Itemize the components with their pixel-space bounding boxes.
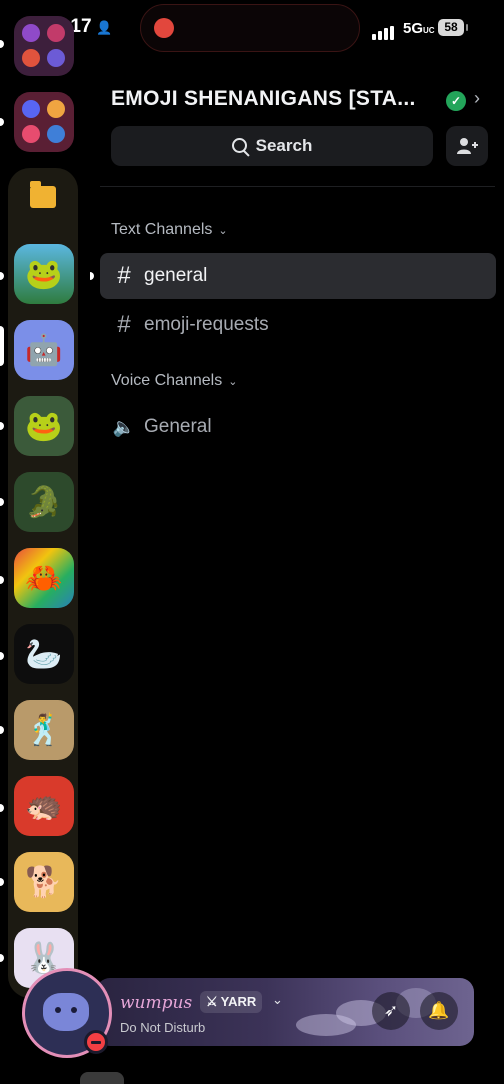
- dynamic-island: [140, 4, 360, 52]
- voice-channel-general[interactable]: 🔈 General: [100, 404, 496, 450]
- sword-icon: ⚔: [206, 994, 218, 1009]
- hash-icon: #: [117, 311, 131, 338]
- folder-icon[interactable]: [30, 181, 56, 208]
- server-icon-room[interactable]: 🕺: [14, 700, 74, 760]
- battery-indicator: 58: [438, 19, 468, 36]
- server-icon-kermit[interactable]: 🐸: [14, 244, 74, 304]
- server-icon-frog[interactable]: 🐊: [14, 472, 74, 532]
- invite-button[interactable]: [446, 126, 488, 166]
- channel-label: General: [144, 416, 212, 437]
- category-text-channels[interactable]: Text Channels ⌄: [111, 221, 228, 239]
- quest-button[interactable]: ➶: [372, 992, 410, 1030]
- server-name[interactable]: EMOJI SHENANIGANS [STA...: [111, 87, 416, 111]
- category-voice-channels[interactable]: Voice Channels ⌄: [111, 372, 237, 390]
- quest-icon: ➶: [383, 1001, 399, 1020]
- server-icon-goose[interactable]: 🦢: [14, 624, 74, 684]
- recording-dot: [154, 18, 174, 38]
- header-divider: [100, 186, 495, 187]
- channel-label: emoji-requests: [144, 314, 269, 335]
- hash-icon: #: [117, 262, 131, 289]
- channel-label: general: [144, 265, 208, 286]
- search-button[interactable]: Search: [111, 126, 433, 166]
- dnd-status-icon: [84, 1030, 108, 1054]
- username: wumpus: [120, 993, 193, 1013]
- server-icon-folder-2[interactable]: [14, 92, 74, 152]
- verified-icon: ✓: [446, 91, 466, 111]
- chevron-down-icon[interactable]: ⌄: [272, 992, 283, 1008]
- channel-general[interactable]: # general: [100, 253, 496, 299]
- server-rail: 🐸 🤖 🐸 🐊 🦀 🦢 🕺 🦔 🐕 🐰: [0, 0, 84, 1000]
- bell-icon: 🔔: [428, 1001, 450, 1020]
- server-icon-folder-1[interactable]: [14, 16, 74, 76]
- person-icon: 👤: [96, 20, 113, 35]
- signal-icon: [372, 22, 396, 40]
- bottom-edge: [80, 1072, 124, 1084]
- user-status: Do Not Disturb: [120, 1020, 206, 1035]
- network-label: 5GUC: [403, 20, 435, 37]
- server-icon-robot[interactable]: 🤖: [14, 320, 74, 380]
- chevron-right-icon[interactable]: ›: [474, 88, 480, 109]
- server-icon-mr-krabs[interactable]: 🦀: [14, 548, 74, 608]
- search-icon: [231, 138, 248, 154]
- server-icon-doge[interactable]: 🐕: [14, 852, 74, 912]
- server-icon-frog-king[interactable]: 🐸: [14, 396, 74, 456]
- chevron-down-icon: ⌄: [228, 376, 238, 388]
- notifications-button[interactable]: 🔔: [420, 992, 458, 1030]
- channel-emoji-requests[interactable]: # emoji-requests: [100, 302, 496, 348]
- speaker-icon: 🔈: [112, 416, 136, 437]
- unread-indicator: [90, 272, 94, 280]
- add-member-icon: [457, 138, 478, 154]
- chevron-down-icon: ⌄: [218, 225, 228, 237]
- search-label: Search: [255, 136, 313, 155]
- server-icon-knuckles[interactable]: 🦔: [14, 776, 74, 836]
- clan-tag[interactable]: ⚔ YARR: [200, 991, 263, 1013]
